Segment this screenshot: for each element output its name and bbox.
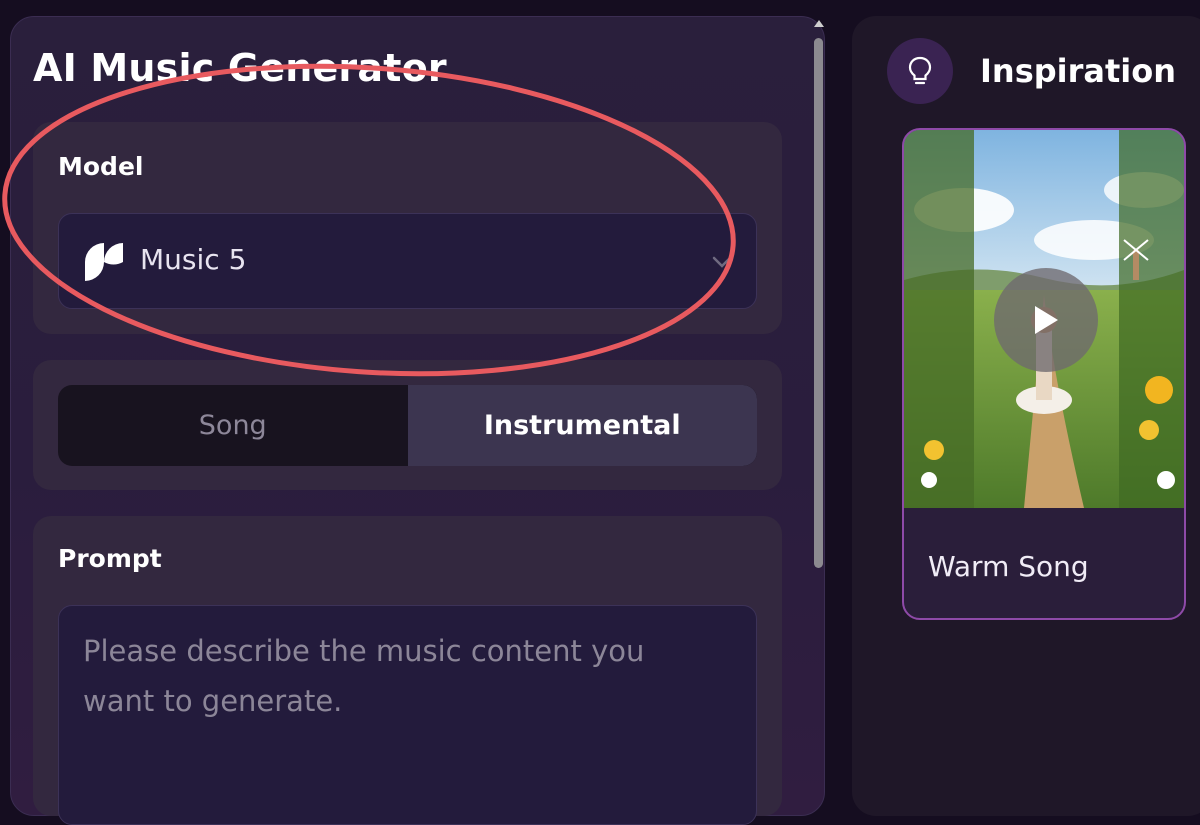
page-title: AI Music Generator (33, 46, 447, 90)
chevron-down-icon[interactable] (710, 250, 734, 274)
tab-song[interactable]: Song (58, 385, 408, 466)
mode-card: Song Instrumental (33, 360, 782, 490)
scrollbar[interactable] (812, 20, 826, 800)
inspiration-title: Inspiration (980, 52, 1177, 90)
mode-toggle: Song Instrumental (58, 385, 757, 466)
tab-instrumental[interactable]: Instrumental (407, 385, 757, 466)
song-title: Warm Song (928, 550, 1089, 583)
scroll-up-arrow-icon[interactable] (814, 20, 824, 27)
inspiration-panel: Inspiration Warm Song (852, 16, 1200, 816)
prompt-card: Prompt Please describe the music content… (33, 516, 782, 825)
model-card: Model Music 5 (33, 122, 782, 334)
scrollbar-thumb[interactable] (814, 38, 823, 568)
model-label: Model (58, 152, 144, 181)
prompt-label: Prompt (58, 544, 162, 573)
model-select[interactable]: Music 5 (58, 213, 757, 309)
inspiration-button[interactable] (887, 38, 953, 104)
song-card[interactable]: Warm Song (902, 128, 1186, 620)
play-button[interactable] (994, 268, 1098, 372)
model-value: Music 5 (140, 243, 247, 276)
prompt-input[interactable]: Please describe the music content you wa… (58, 605, 757, 825)
prompt-placeholder: Please describe the music content you wa… (83, 634, 645, 718)
lightbulb-icon (908, 56, 932, 85)
wave-logo-icon (85, 243, 123, 281)
play-icon (1035, 306, 1058, 334)
